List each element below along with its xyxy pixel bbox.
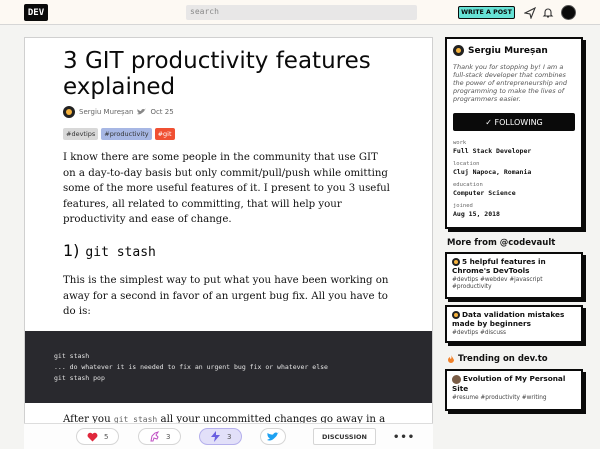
more-from-item-tags: #devtips #discuss — [452, 330, 507, 336]
twitter-share-button[interactable] — [260, 428, 286, 445]
tag-productivity[interactable]: #productivity — [101, 128, 152, 140]
tag-devtips[interactable]: #devtips — [63, 128, 99, 140]
more-from-item[interactable]: Data validation mistakes made by beginne… — [445, 305, 583, 343]
dev-logo[interactable]: DEV — [24, 4, 48, 21]
article-meta: Sergiu Mureșan Oct 25 — [63, 106, 174, 118]
field-label: education — [453, 182, 483, 188]
code-block: git stash ... do whatever it is needed t… — [25, 331, 432, 403]
author-mini-avatar — [452, 258, 460, 266]
field-value: Computer Science — [453, 189, 516, 197]
profile-fields: work Full Stack Developer location Cluj … — [453, 140, 575, 218]
intro-paragraph: I know there are some people in the comm… — [63, 152, 390, 225]
section-code: git stash — [85, 245, 156, 260]
notifications-bell-icon[interactable] — [540, 5, 555, 20]
trending-title: Trending on dev.to — [458, 354, 548, 364]
unicorn-count: 3 — [166, 432, 171, 441]
more-from-heading[interactable]: More from @codevault — [447, 238, 555, 248]
tag-git[interactable]: #git — [154, 128, 175, 140]
twitter-share-icon — [267, 432, 279, 440]
write-post-button[interactable]: WRITE A POST — [458, 6, 515, 19]
field-value: Aug 15, 2018 — [453, 210, 500, 218]
author-avatar[interactable] — [63, 106, 75, 118]
field-value: Cluj Napoca, Romania — [453, 168, 532, 176]
heart-reaction-button[interactable]: 5 — [76, 428, 120, 445]
following-button[interactable]: ✓ FOLLOWING — [453, 113, 575, 131]
field-label: location — [453, 161, 480, 167]
bookmark-count: 3 — [227, 432, 232, 441]
section-heading: 1) git stash — [63, 241, 156, 260]
code-line: ... do whatever it is needed to fix an u… — [54, 363, 328, 371]
search-input[interactable]: search — [186, 5, 417, 20]
connect-icon[interactable] — [522, 5, 537, 20]
profile-name[interactable]: Sergiu Mureșan — [468, 46, 548, 56]
heart-count: 5 — [104, 432, 109, 441]
author-mini-avatar — [452, 374, 461, 384]
unicorn-icon — [150, 431, 160, 442]
article-title: 3 GIT productivity features explained — [63, 48, 371, 101]
trending-item[interactable]: Evolution of My Personal Site #resume #p… — [445, 369, 583, 411]
lightning-icon — [211, 431, 220, 442]
more-from-item-tags: #devtips #webdev #javascript #productivi… — [452, 277, 543, 290]
author-mini-avatar — [452, 311, 460, 319]
bookmark-reaction-button[interactable]: 3 — [199, 428, 243, 445]
more-options-button[interactable]: ••• — [393, 432, 415, 443]
more-from-item[interactable]: 5 helpful features in Chrome's DevTools … — [445, 252, 583, 299]
discussion-button[interactable]: DISCUSSION — [313, 428, 376, 445]
paragraph-2: This is the simplest way to put what you… — [63, 275, 389, 317]
field-value: Full Stack Developer — [453, 147, 532, 155]
code-line: git stash — [54, 352, 90, 360]
user-avatar[interactable] — [561, 5, 576, 20]
trending-item-tags: #resume #productivity #writing — [452, 394, 547, 401]
reaction-bar: 5 3 3 DISCUSSION ••• — [24, 423, 433, 449]
heart-icon — [87, 432, 98, 441]
profile-bio: Thank you for stopping by! I am a full-s… — [453, 63, 568, 103]
author-name[interactable]: Sergiu Mureșan — [79, 108, 133, 116]
more-from-item-title: Data validation mistakes made by beginne… — [452, 310, 565, 328]
trending-heading[interactable]: Trending on dev.to — [447, 354, 548, 364]
author-profile-card: Sergiu Mureșan Thank you for stopping by… — [445, 37, 583, 229]
unicorn-reaction-button[interactable]: 3 — [138, 428, 182, 445]
section-number: 1) — [63, 241, 80, 260]
more-from-item-title: 5 helpful features in Chrome's DevTools — [452, 257, 546, 275]
top-nav: DEV search WRITE A POST — [0, 0, 600, 25]
article-tags: #devtips #productivity #git — [63, 128, 175, 140]
trending-item-title: Evolution of My Personal Site — [452, 374, 566, 393]
twitter-icon[interactable] — [137, 108, 147, 116]
article-card: 3 GIT productivity features explained Se… — [24, 37, 433, 427]
profile-avatar[interactable] — [453, 45, 464, 56]
field-label: joined — [453, 203, 473, 209]
article-date: Oct 25 — [150, 108, 174, 116]
profile-header[interactable]: Sergiu Mureșan — [453, 45, 575, 56]
field-label: work — [453, 140, 467, 146]
fire-icon — [448, 354, 454, 363]
code-line: git stash pop — [54, 374, 105, 382]
